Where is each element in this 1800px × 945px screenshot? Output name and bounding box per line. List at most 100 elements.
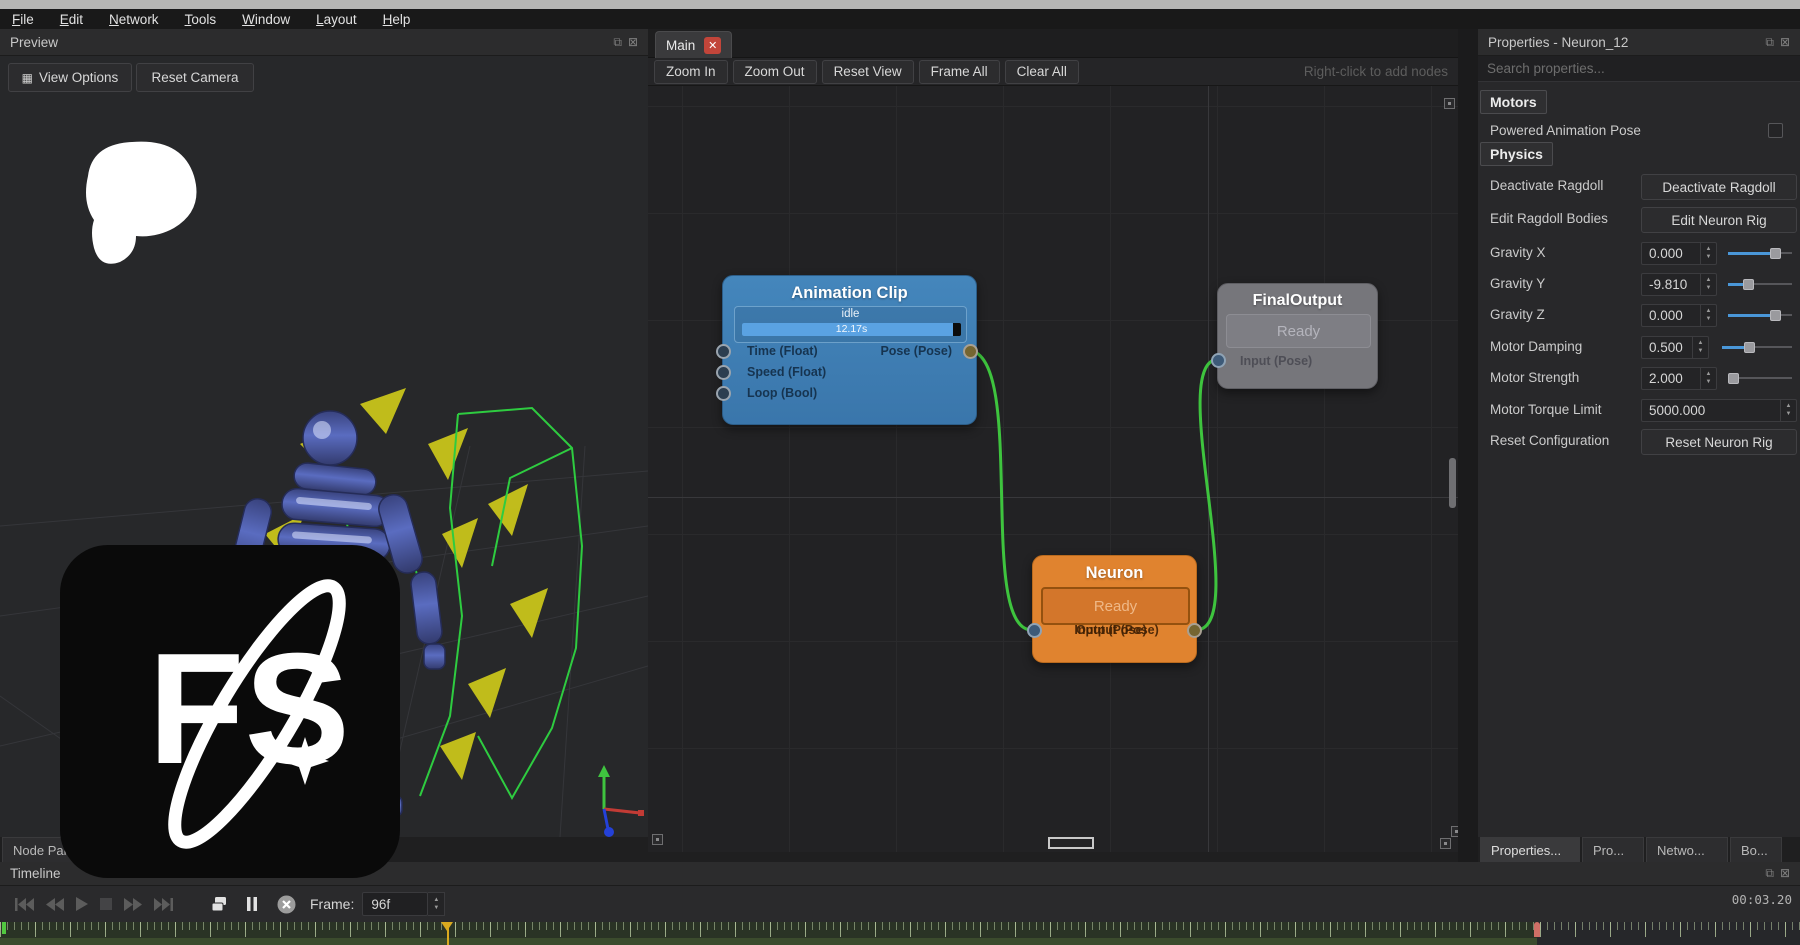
node-animation-clip[interactable]: Animation Clip idle 12.17s Time (Float) … bbox=[722, 275, 977, 425]
menu-window[interactable]: Window bbox=[242, 12, 290, 27]
canvas-corner-button-bottomright[interactable] bbox=[1440, 838, 1451, 849]
close-panel-icon[interactable]: ⊠ bbox=[628, 35, 638, 50]
play-icon[interactable] bbox=[76, 897, 88, 911]
view-options-button[interactable]: ▦ View Options bbox=[8, 63, 132, 92]
axis-gizmo bbox=[598, 765, 644, 837]
clear-all-button[interactable]: Clear All bbox=[1005, 60, 1079, 84]
frame-all-button[interactable]: Frame All bbox=[919, 60, 1000, 84]
timeline-ruler[interactable] bbox=[0, 922, 1800, 945]
gravity-y-slider[interactable] bbox=[1728, 279, 1792, 290]
close-panel-icon[interactable]: ⊠ bbox=[1780, 35, 1790, 50]
menu-help[interactable]: Help bbox=[383, 12, 411, 27]
node-final-output[interactable]: FinalOutput Ready Input (Pose) bbox=[1217, 283, 1378, 389]
menu-edit[interactable]: Edit bbox=[60, 12, 83, 27]
node-neuron[interactable]: Neuron Ready Input (Pose) Output (Pose) bbox=[1032, 555, 1197, 663]
clip-info-box: idle 12.17s bbox=[734, 306, 967, 343]
edit-neuron-rig-button[interactable]: Edit Neuron Rig bbox=[1641, 207, 1797, 233]
search-properties-input[interactable]: Search properties... bbox=[1478, 56, 1800, 82]
tab-pro[interactable]: Pro... bbox=[1582, 837, 1644, 862]
spin-down-icon[interactable]: ▼ bbox=[1706, 316, 1712, 323]
motor-torque-limit-spinbox[interactable]: 5000.000 ▲▼ bbox=[1641, 399, 1797, 422]
frame-spinner[interactable]: ▲ ▼ bbox=[428, 892, 445, 916]
reset-view-button[interactable]: Reset View bbox=[822, 60, 914, 84]
reset-neuron-rig-button[interactable]: Reset Neuron Rig bbox=[1641, 429, 1797, 455]
port-pose-output[interactable] bbox=[963, 344, 978, 359]
motor-strength-label: Motor Strength bbox=[1490, 370, 1579, 385]
pause-icon[interactable] bbox=[247, 897, 257, 911]
menu-tools[interactable]: Tools bbox=[185, 12, 217, 27]
vertical-scrollbar-handle[interactable] bbox=[1449, 458, 1456, 508]
final-output-status: Ready bbox=[1277, 323, 1320, 340]
canvas-corner-button-bottomleft[interactable] bbox=[652, 834, 663, 845]
horizontal-scrollbar-handle[interactable] bbox=[1048, 837, 1094, 849]
motor-strength-spinbox[interactable]: 2.000 ▲▼ bbox=[1641, 367, 1717, 390]
gravity-x-label: Gravity X bbox=[1490, 245, 1546, 260]
gravity-y-spinbox[interactable]: -9.810 ▲▼ bbox=[1641, 273, 1717, 296]
float-panel-icon[interactable]: ⧉ bbox=[1765, 866, 1774, 881]
group-header-motors[interactable]: Motors bbox=[1480, 90, 1547, 114]
motor-strength-slider[interactable] bbox=[1728, 373, 1792, 384]
powered-animation-pose-label: Powered Animation Pose bbox=[1490, 123, 1641, 138]
deactivate-ragdoll-button[interactable]: Deactivate Ragdoll bbox=[1641, 174, 1797, 200]
layers-icon[interactable] bbox=[212, 897, 227, 912]
menu-file[interactable]: File bbox=[12, 12, 34, 27]
port-loop-input[interactable] bbox=[716, 386, 731, 401]
rewind-icon[interactable] bbox=[46, 898, 64, 911]
port-time-input[interactable] bbox=[716, 344, 731, 359]
zoom-out-button[interactable]: Zoom Out bbox=[733, 60, 817, 84]
tab-bo-label: Bo... bbox=[1741, 843, 1768, 858]
zoom-in-button[interactable]: Zoom In bbox=[654, 60, 728, 84]
port-speed-input[interactable] bbox=[716, 365, 731, 380]
stop-icon[interactable] bbox=[100, 898, 112, 910]
tab-bo[interactable]: Bo... bbox=[1730, 837, 1782, 862]
float-panel-icon[interactable]: ⧉ bbox=[1765, 35, 1774, 50]
gravity-z-spinbox[interactable]: 0.000 ▲▼ bbox=[1641, 304, 1717, 327]
skip-start-icon[interactable] bbox=[14, 898, 34, 911]
spin-down-icon[interactable]: ▼ bbox=[1786, 411, 1792, 418]
gravity-x-spinbox[interactable]: 0.000 ▲▼ bbox=[1641, 242, 1717, 265]
gravity-z-slider[interactable] bbox=[1728, 310, 1792, 321]
spin-up-icon[interactable]: ▲ bbox=[1706, 308, 1712, 315]
fast-forward-icon[interactable] bbox=[124, 898, 142, 911]
motor-damping-slider[interactable] bbox=[1722, 342, 1792, 353]
spin-up-icon[interactable]: ▲ bbox=[1786, 403, 1792, 410]
spin-down-icon[interactable]: ▼ bbox=[1706, 254, 1712, 261]
tab-network[interactable]: Netwo... bbox=[1646, 837, 1728, 862]
playhead-marker[interactable] bbox=[441, 922, 454, 945]
frame-number-input[interactable]: 96f bbox=[362, 892, 428, 916]
property-row: Motor Damping 0.500 ▲▼ bbox=[1478, 335, 1800, 361]
panel-splitter[interactable] bbox=[1458, 29, 1478, 862]
spin-up-icon[interactable]: ▲ bbox=[1706, 371, 1712, 378]
gravity-x-slider[interactable] bbox=[1728, 248, 1792, 259]
range-start-marker[interactable] bbox=[2, 922, 6, 934]
float-panel-icon[interactable]: ⧉ bbox=[613, 35, 622, 50]
tab-main[interactable]: Main ✕ bbox=[655, 31, 732, 58]
menu-layout[interactable]: Layout bbox=[316, 12, 357, 27]
cancel-icon[interactable] bbox=[277, 895, 296, 914]
spin-down-icon[interactable]: ▼ bbox=[1698, 348, 1704, 355]
powered-animation-pose-checkbox[interactable] bbox=[1768, 123, 1783, 138]
spin-down-icon[interactable]: ▼ bbox=[1706, 379, 1712, 386]
transport-controls: Frame: 96f ▲ ▼ bbox=[0, 886, 1800, 922]
tab-properties[interactable]: Properties... bbox=[1480, 837, 1580, 862]
close-panel-icon[interactable]: ⊠ bbox=[1780, 866, 1790, 881]
spin-up-icon[interactable]: ▲ bbox=[1698, 340, 1704, 347]
port-input-pose[interactable] bbox=[1211, 353, 1226, 368]
canvas-corner-button-topright[interactable] bbox=[1444, 98, 1455, 109]
range-end-marker[interactable] bbox=[1534, 922, 1540, 937]
canvas-corner-button-right[interactable] bbox=[1451, 826, 1458, 837]
menu-network[interactable]: Network bbox=[109, 12, 159, 27]
node-graph-canvas[interactable]: Animation Clip idle 12.17s Time (Float) … bbox=[648, 86, 1458, 852]
reset-camera-button[interactable]: Reset Camera bbox=[136, 63, 254, 92]
spin-up-icon[interactable]: ▲ bbox=[1706, 246, 1712, 253]
spin-down-icon[interactable]: ▼ bbox=[433, 905, 439, 912]
motor-damping-spinbox[interactable]: 0.500 ▲▼ bbox=[1641, 336, 1709, 359]
group-header-physics[interactable]: Physics bbox=[1480, 142, 1553, 166]
spin-down-icon[interactable]: ▼ bbox=[1706, 285, 1712, 292]
spin-up-icon[interactable]: ▲ bbox=[1706, 277, 1712, 284]
close-tab-icon[interactable]: ✕ bbox=[704, 37, 721, 54]
canvas-hint-text: Right-click to add nodes bbox=[1304, 64, 1452, 79]
spin-up-icon[interactable]: ▲ bbox=[433, 897, 439, 904]
tab-properties-label: Properties... bbox=[1491, 843, 1561, 858]
skip-end-icon[interactable] bbox=[154, 898, 174, 911]
